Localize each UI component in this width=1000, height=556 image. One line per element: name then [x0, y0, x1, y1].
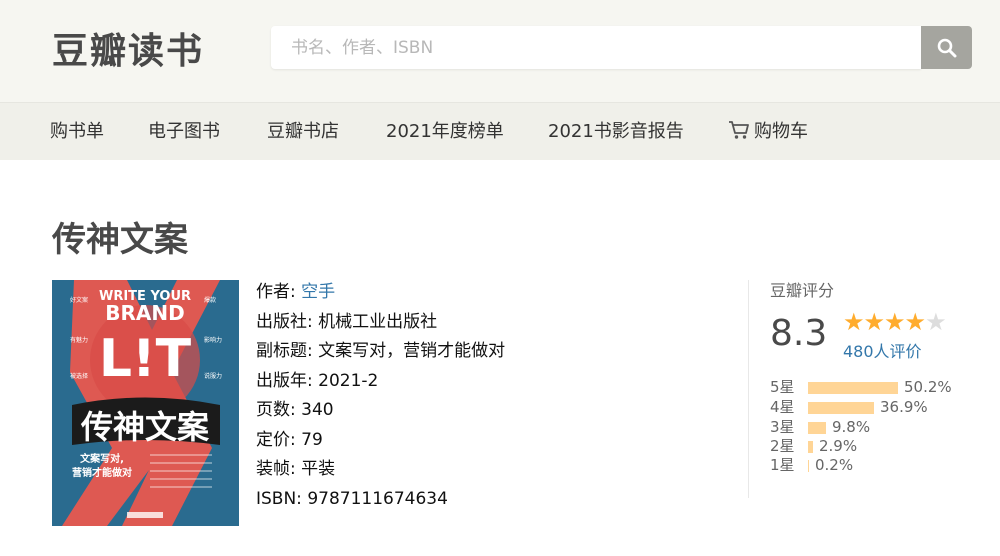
star-icon: ★ [925, 308, 946, 336]
rating-bar [808, 382, 898, 394]
nav-item-bookstore[interactable]: 豆瓣书店 [267, 103, 339, 161]
svg-text:好文案: 好文案 [70, 296, 88, 304]
rating-bar [808, 460, 809, 472]
info-pages: 页数: 340 [256, 400, 334, 420]
svg-text:传神文案: 传神文案 [80, 408, 210, 446]
info-binding: 装帧: 平装 [256, 459, 336, 479]
top-bar: 豆瓣读书 [0, 0, 1000, 102]
svg-text:有魅力: 有魅力 [70, 336, 88, 344]
rating-bar [808, 441, 813, 453]
search-icon [937, 38, 956, 57]
page-title: 传神文案 [52, 220, 188, 260]
search-box [271, 26, 921, 69]
svg-text:文案写对,: 文案写对, [80, 452, 124, 465]
rating-title: 豆瓣评分 [770, 281, 835, 300]
nav-item-annual-list[interactable]: 2021年度榜单 [386, 103, 504, 161]
nav-item-book-list[interactable]: 购书单 [50, 103, 104, 161]
star-icon: ★ [904, 308, 926, 336]
star-icon: ★ [843, 308, 864, 336]
svg-text:说服力: 说服力 [204, 372, 222, 380]
search-input[interactable] [271, 26, 921, 69]
nav-item-cart[interactable]: 购物车 [728, 103, 808, 161]
svg-text:BRAND: BRAND [105, 301, 184, 325]
info-pub-year: 出版年: 2021-2 [256, 370, 379, 391]
rating-bar [808, 422, 826, 434]
info-price: 定价: 79 [256, 429, 323, 450]
svg-text:L!T: L!T [99, 329, 192, 389]
star-icon: ★ [884, 308, 905, 336]
rating-stars: ★★★★★ [843, 308, 947, 336]
cart-icon [729, 121, 749, 139]
svg-text:营销才能做对: 营销才能做对 [72, 466, 132, 479]
rating-count-link[interactable]: 480人评价 [843, 338, 922, 362]
rating-bar [808, 402, 874, 414]
author-link[interactable]: 空手 [301, 282, 335, 302]
search-button[interactable] [921, 26, 972, 69]
rating-divider [748, 280, 749, 498]
nav-item-ebooks[interactable]: 电子图书 [148, 103, 220, 161]
info-publisher: 出版社: 机械工业出版社 [256, 311, 438, 332]
book-cover-art: WRITE YOUR BRAND L!T 好文案 爆款 有魅力 影响力 被选择 … [52, 280, 239, 526]
book-info: 作者: 空手 出版社: 机械工业出版社 副标题: 文案写对，营销才能做对 出版年… [256, 278, 505, 514]
site-logo[interactable]: 豆瓣读书 [52, 22, 204, 74]
cart-label: 购物车 [754, 121, 808, 142]
info-author: 作者: 空手 [256, 282, 336, 302]
star-icon: ★ [863, 308, 885, 336]
nav-item-annual-report[interactable]: 2021书影音报告 [548, 103, 684, 161]
svg-text:被选择: 被选择 [70, 372, 88, 380]
svg-text:爆款: 爆款 [204, 296, 216, 304]
info-isbn: ISBN: 9787111674634 [256, 488, 448, 509]
book-cover[interactable]: WRITE YOUR BRAND L!T 好文案 爆款 有魅力 影响力 被选择 … [52, 280, 239, 526]
nav-bar: 购书单 电子图书 豆瓣书店 2021年度榜单 2021书影音报告 购物车 [0, 102, 1000, 160]
svg-text:影响力: 影响力 [204, 336, 222, 344]
info-subtitle: 副标题: 文案写对，营销才能做对 [256, 341, 506, 361]
rating-score: 8.3 [770, 313, 828, 354]
